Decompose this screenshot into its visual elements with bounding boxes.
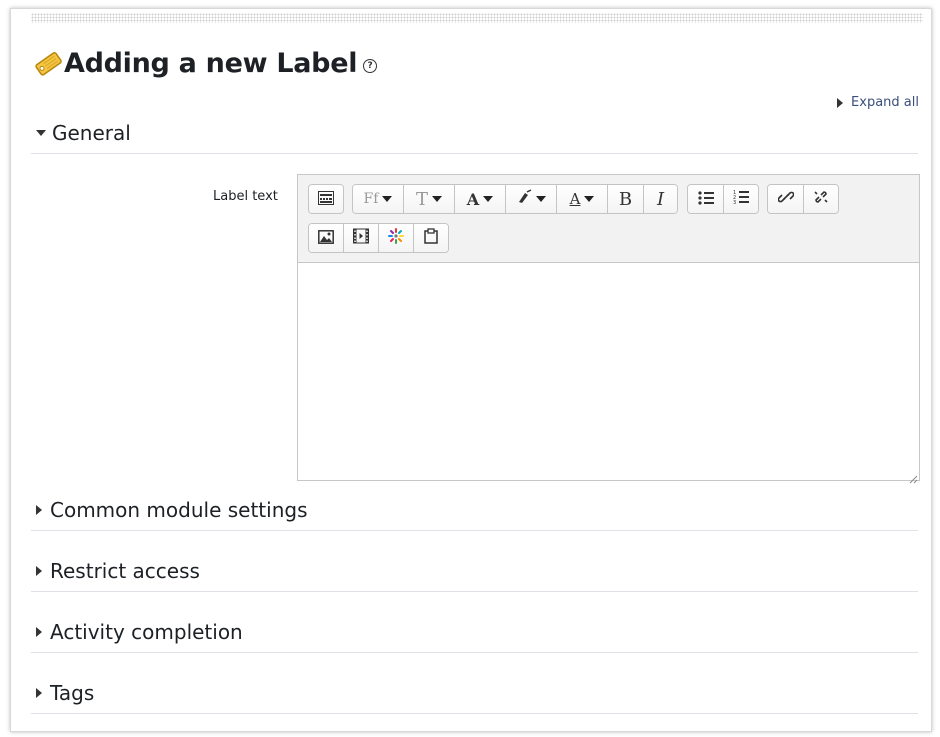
section-restrict-access-header[interactable]: Restrict access [31, 554, 918, 588]
ordered-list-button[interactable]: 123 [724, 185, 758, 213]
background-color-icon [516, 189, 532, 209]
recordrtc-icon [388, 228, 404, 248]
image-button[interactable] [309, 224, 344, 252]
toolbar-group-lists: 123 [687, 184, 759, 214]
section-tags-label: Tags [50, 681, 95, 705]
svg-text:3: 3 [733, 200, 736, 205]
expand-all-link[interactable]: Expand all [837, 95, 919, 110]
section-tags: Tags [31, 676, 918, 714]
paste-button[interactable] [414, 224, 448, 252]
unlink-button[interactable] [804, 185, 838, 213]
toolbar-group-toggle [308, 184, 344, 214]
unlink-icon [813, 189, 829, 209]
toolbar-group-font: Ff T A A B I [352, 184, 678, 214]
image-icon [318, 229, 334, 248]
page-frame: Adding a new Label ? Expand all General … [10, 8, 932, 732]
bold-button[interactable]: B [608, 185, 644, 213]
background-color-button[interactable] [506, 185, 557, 213]
paste-icon [424, 228, 438, 248]
section-general-label: General [52, 121, 131, 145]
font-family-icon: Ff [363, 191, 379, 207]
section-common-module-settings-header[interactable]: Common module settings [31, 493, 918, 527]
label-text-label: Label text [213, 189, 278, 204]
help-icon[interactable]: ? [363, 59, 378, 73]
font-size-button[interactable]: T [404, 185, 455, 213]
caret-icon [536, 196, 546, 202]
expand-triangle-icon [837, 97, 844, 108]
expand-triangle-icon [36, 505, 42, 515]
caret-icon [432, 196, 442, 202]
caret-icon [584, 196, 595, 202]
section-general-header[interactable]: General [31, 116, 918, 150]
section-common-module-settings: Common module settings [31, 493, 918, 531]
link-icon [777, 189, 794, 209]
editor-toolbar: Ff T A A B I 1 2 3 [298, 175, 919, 263]
link-button[interactable] [768, 185, 804, 213]
header-dotted-border [31, 13, 923, 23]
section-general: General [31, 116, 918, 154]
media-icon [353, 228, 369, 248]
toolbar-group-media [308, 223, 449, 253]
font-color-button[interactable]: A [455, 185, 506, 213]
toolbar-toggle-icon [318, 190, 334, 209]
section-common-module-settings-label: Common module settings [50, 498, 308, 522]
font-style-icon: A [569, 190, 581, 208]
section-activity-completion-header[interactable]: Activity completion [31, 615, 918, 649]
section-tags-header[interactable]: Tags [31, 676, 918, 710]
italic-button[interactable]: I [644, 185, 677, 213]
expand-triangle-icon [36, 627, 42, 637]
toolbar-group-links [767, 184, 839, 214]
page-heading: Adding a new Label ? [33, 43, 378, 83]
bold-icon: B [618, 188, 633, 210]
toolbar-toggle-button[interactable] [309, 185, 343, 213]
section-activity-completion-label: Activity completion [50, 620, 243, 644]
recordrtc-button[interactable] [379, 224, 414, 252]
section-activity-completion: Activity completion [31, 615, 918, 653]
page-title: Adding a new Label [64, 47, 358, 79]
section-restrict-access-label: Restrict access [50, 559, 200, 583]
unordered-list-icon [697, 190, 714, 209]
media-button[interactable] [344, 224, 379, 252]
expand-triangle-icon [36, 566, 42, 576]
font-family-button[interactable]: Ff [353, 185, 404, 213]
expand-all-label: Expand all [851, 95, 919, 110]
font-size-icon: T [415, 188, 428, 210]
caret-icon [483, 196, 494, 202]
resize-grip-icon[interactable] [908, 469, 918, 484]
label-text-editor: Ff T A A B I 1 2 3 [297, 174, 920, 484]
caret-icon [382, 196, 393, 202]
collapse-triangle-icon [36, 130, 46, 136]
editor-content-area[interactable] [298, 263, 919, 480]
ordered-list-icon: 123 [733, 189, 749, 209]
section-restrict-access: Restrict access [31, 554, 918, 592]
expand-triangle-icon [36, 688, 42, 698]
unordered-list-button[interactable] [688, 185, 724, 213]
font-color-icon: A [466, 189, 480, 209]
label-tag-icon [33, 48, 63, 78]
font-style-button[interactable]: A [557, 185, 608, 213]
italic-icon: I [656, 188, 665, 210]
